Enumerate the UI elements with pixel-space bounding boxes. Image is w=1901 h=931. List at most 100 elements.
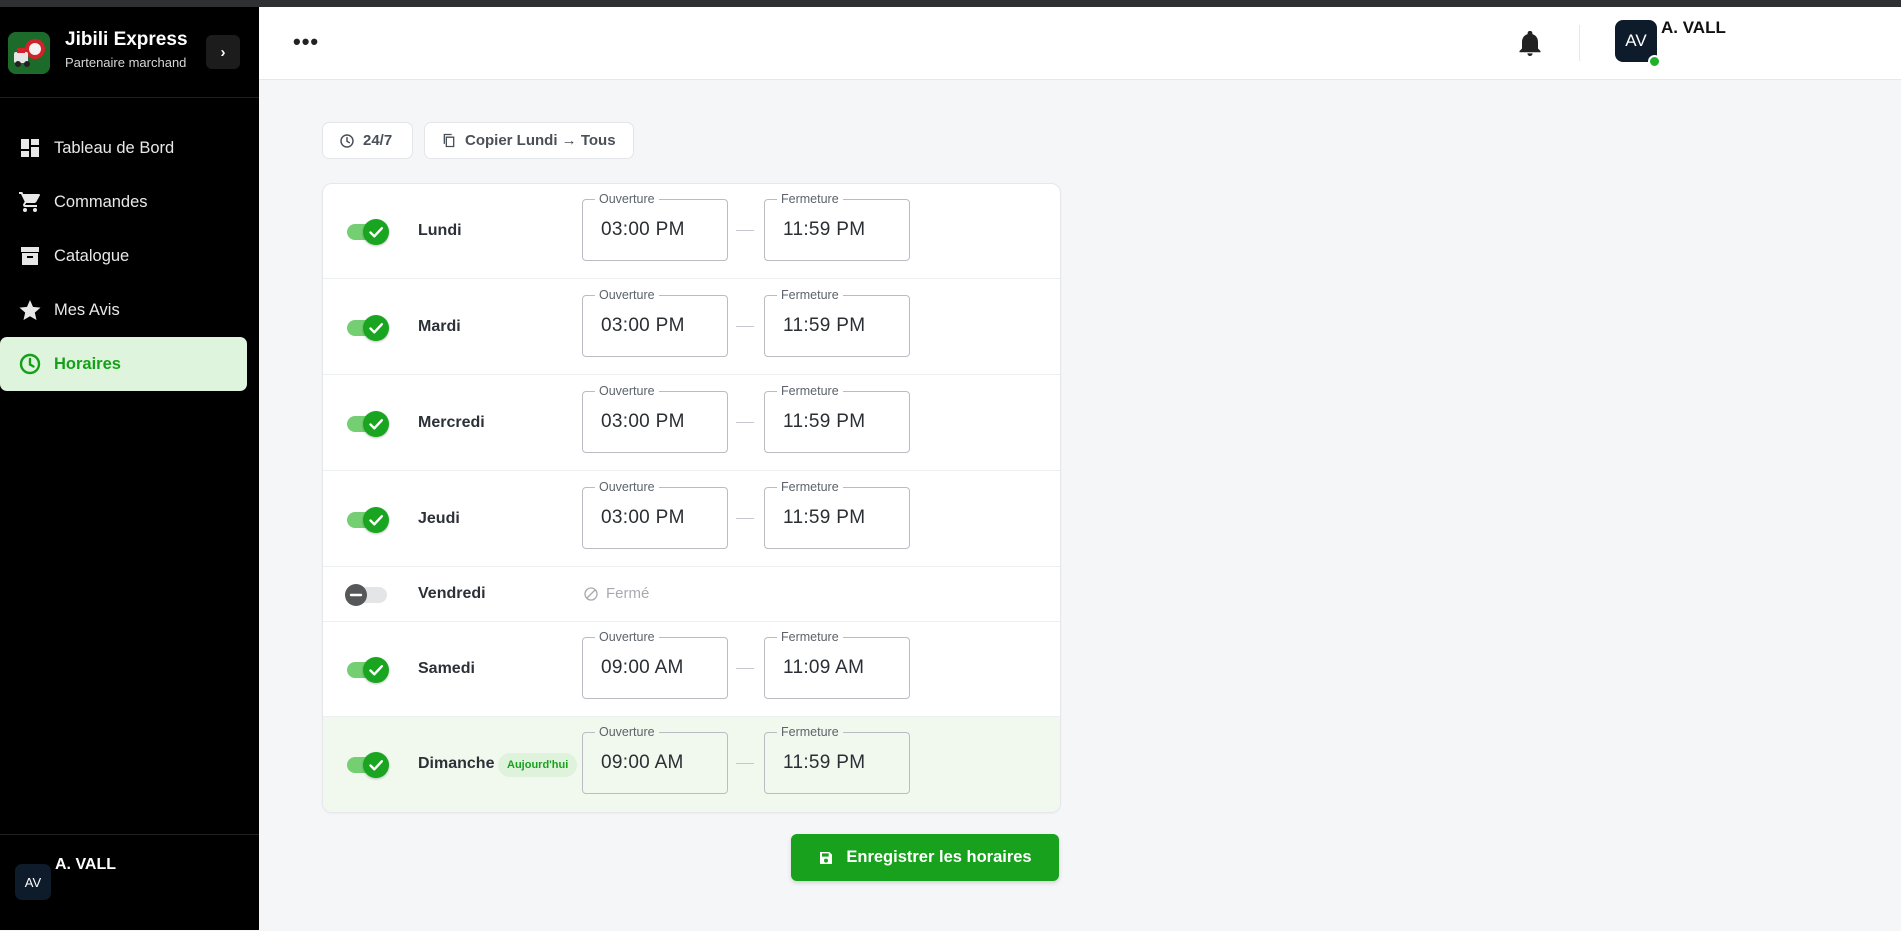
sidebar-user-name: A. VALL (55, 856, 117, 873)
brand-name: Jibili Express (65, 29, 188, 50)
closing-time-value: 11:59 PM (783, 411, 866, 432)
time-range-dash (736, 668, 754, 669)
time-range-dash (736, 518, 754, 519)
opening-time-label: Ouverture (595, 479, 659, 495)
closing-time-value: 11:09 AM (783, 657, 865, 678)
always-open-label: 24/7 (363, 132, 393, 149)
sidebar-collapse-button[interactable]: › (206, 35, 240, 69)
day-label: Mardi (418, 318, 461, 335)
opening-time-value: 03:00 PM (601, 315, 685, 336)
sidebar-user[interactable]: AV A. VALL (0, 834, 259, 931)
closing-time-field[interactable]: Fermeture 11:09 AM (764, 629, 910, 699)
opening-time-label: Ouverture (595, 629, 659, 645)
copy-monday-label: Copier Lundi → Tous (465, 132, 616, 149)
day-label: Samedi (418, 660, 475, 677)
today-badge: Aujourd'hui (498, 753, 578, 777)
schedule-card: Lundi Ouverture 03:00 PM Fermeture 11:59… (322, 183, 1061, 813)
sidebar-item-commandes[interactable]: Commandes (0, 175, 247, 229)
schedule-row-mardi: Mardi Ouverture 03:00 PM Fermeture 11:59… (323, 279, 1060, 375)
header-user-name[interactable]: A. VALL (1661, 18, 1726, 38)
day-toggle[interactable] (347, 315, 389, 341)
opening-time-label: Ouverture (595, 287, 659, 303)
brand-subtitle: Partenaire marchand (65, 55, 187, 70)
online-status-dot (1648, 55, 1661, 68)
dashboard-icon (21, 139, 39, 157)
day-label: Lundi (418, 222, 462, 239)
sidebar-item-label: Horaires (54, 354, 121, 373)
opening-time-value: 09:00 AM (601, 752, 684, 773)
sidebar-item-horaires[interactable]: Horaires (0, 337, 247, 391)
brand-logo-icon (8, 32, 50, 74)
minus-icon (349, 593, 363, 597)
sidebar: Jibili Express Partenaire marchand › Tab… (0, 7, 259, 930)
opening-time-field[interactable]: Ouverture 09:00 AM (582, 724, 728, 794)
day-label: Mercredi (418, 414, 485, 431)
closing-time-label: Fermeture (777, 629, 843, 645)
opening-time-value: 03:00 PM (601, 507, 685, 528)
closing-time-value: 11:59 PM (783, 752, 866, 773)
always-open-button[interactable]: 24/7 (322, 122, 413, 159)
opening-time-field[interactable]: Ouverture 03:00 PM (582, 479, 728, 549)
sidebar-item-catalogue[interactable]: Catalogue (0, 229, 247, 283)
schedule-row-dimanche: Dimanche Aujourd'hui Ouverture 09:00 AM … (323, 717, 1060, 812)
archive-box-icon (21, 247, 39, 265)
check-icon (369, 323, 383, 334)
opening-time-field[interactable]: Ouverture 03:00 PM (582, 287, 728, 357)
closing-time-value: 11:59 PM (783, 507, 866, 528)
time-range-dash (736, 230, 754, 231)
day-label: Vendredi (418, 585, 486, 602)
opening-time-label: Ouverture (595, 724, 659, 740)
closing-time-field[interactable]: Fermeture 11:59 PM (764, 479, 910, 549)
day-toggle[interactable] (347, 657, 389, 683)
time-range-dash (736, 763, 754, 764)
day-toggle[interactable] (347, 219, 389, 245)
sidebar-item-tableau-de-bord[interactable]: Tableau de Bord (0, 121, 247, 175)
sidebar-item-label: Mes Avis (54, 300, 120, 319)
sidebar-item-label: Catalogue (54, 246, 130, 265)
day-toggle[interactable] (347, 752, 389, 778)
closing-time-field[interactable]: Fermeture 11:59 PM (764, 287, 910, 357)
star-icon (19, 300, 41, 320)
closing-time-label: Fermeture (777, 287, 843, 303)
closing-time-label: Fermeture (777, 191, 843, 207)
clock-icon (19, 353, 41, 375)
time-range-dash (736, 326, 754, 327)
opening-time-label: Ouverture (595, 191, 659, 207)
bell-icon[interactable] (1518, 31, 1542, 57)
opening-time-field[interactable]: Ouverture 09:00 AM (582, 629, 728, 699)
closing-time-field[interactable]: Fermeture 11:59 PM (764, 383, 910, 453)
check-icon (369, 227, 383, 238)
closed-status: Fermé (583, 585, 649, 602)
save-hours-button[interactable]: Enregistrer les horaires (791, 834, 1059, 881)
sidebar-item-label: Tableau de Bord (54, 138, 175, 157)
schedule-row-vendredi: Vendredi Fermé (323, 567, 1060, 622)
check-icon (369, 665, 383, 676)
check-icon (369, 515, 383, 526)
closing-time-field[interactable]: Fermeture 11:59 PM (764, 191, 910, 261)
day-label: Dimanche (418, 755, 495, 772)
closing-time-value: 11:59 PM (783, 315, 866, 336)
opening-time-field[interactable]: Ouverture 03:00 PM (582, 383, 728, 453)
opening-time-value: 03:00 PM (601, 219, 685, 240)
time-range-dash (736, 422, 754, 423)
top-header: ••• AV A. VALL (259, 7, 1901, 80)
sidebar-item-mes-avis[interactable]: Mes Avis (0, 283, 247, 337)
sidebar-nav: Tableau de Bord Commandes Catalogue Mes … (0, 121, 259, 391)
closing-time-label: Fermeture (777, 383, 843, 399)
block-icon (584, 586, 598, 601)
closing-time-field[interactable]: Fermeture 11:59 PM (764, 724, 910, 794)
day-toggle[interactable] (347, 507, 389, 533)
more-menu-button[interactable]: ••• (293, 31, 319, 53)
copy-monday-to-all-button[interactable]: Copier Lundi → Tous (424, 122, 634, 159)
schedule-row-samedi: Samedi Ouverture 09:00 AM Fermeture 11:0… (323, 622, 1060, 717)
schedule-row-mercredi: Mercredi Ouverture 03:00 PM Fermeture 11… (323, 375, 1060, 471)
save-hours-label: Enregistrer les horaires (846, 848, 1032, 866)
schedule-row-jeudi: Jeudi Ouverture 03:00 PM Fermeture 11:59… (323, 471, 1060, 567)
opening-time-label: Ouverture (595, 383, 659, 399)
save-icon (820, 851, 833, 864)
day-toggle[interactable] (345, 584, 387, 606)
opening-time-field[interactable]: Ouverture 03:00 PM (582, 191, 728, 261)
opening-time-value: 03:00 PM (601, 411, 685, 432)
avatar: AV (15, 864, 51, 900)
day-toggle[interactable] (347, 411, 389, 437)
